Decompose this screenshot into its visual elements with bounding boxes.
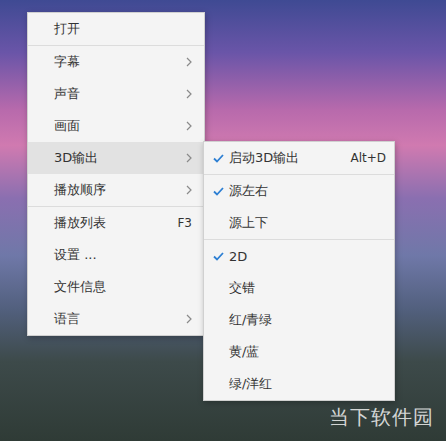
menu-item[interactable]: 设置 ...: [28, 239, 204, 271]
submenu-item[interactable]: 源上下: [204, 207, 394, 239]
submenu-item-label: 红/青绿: [229, 311, 386, 329]
menu-item-label: 3D输出: [54, 149, 186, 167]
watermark: 当下软件园: [329, 404, 434, 431]
submenu-item-label: 黄/蓝: [229, 343, 386, 361]
player-screen: 当下软件园打开字幕声音画面3D输出播放顺序播放列表F3设置 ...文件信息语言启…: [0, 0, 446, 441]
submenu-item-label: 交错: [229, 279, 386, 297]
submenu-item-label: 源左右: [229, 182, 386, 200]
submenu-item[interactable]: 2D: [204, 240, 394, 272]
submenu-item[interactable]: 源左右: [204, 175, 394, 207]
context-menu: 打开字幕声音画面 3D输出播放顺序播放列表 F3 设置 ... 文件信息语言: [27, 12, 205, 336]
chevron-right-icon: [186, 185, 192, 195]
chevron-right-icon: [186, 121, 192, 131]
submenu-item-label: 启动3D输出: [229, 149, 342, 167]
submenu-item[interactable]: 交错: [204, 272, 394, 304]
menu-item-label: 文件信息: [54, 278, 192, 296]
submenu-item-label: 2D: [229, 249, 386, 264]
menu-separator: [204, 239, 394, 240]
submenu-item[interactable]: 绿/洋红: [204, 368, 394, 400]
chevron-right-icon: [186, 153, 192, 163]
chevron-right-icon: [186, 57, 192, 67]
menu-item-shortcut: F3: [177, 216, 192, 230]
menu-item[interactable]: 字幕: [28, 46, 204, 78]
menu-item[interactable]: 声音: [28, 78, 204, 110]
submenu-item[interactable]: 红/青绿: [204, 304, 394, 336]
submenu-item-shortcut: Alt+D: [350, 151, 386, 165]
chevron-right-icon: [186, 314, 192, 324]
menu-item[interactable]: 打开: [28, 13, 204, 45]
chevron-right-icon: [186, 89, 192, 99]
menu-item-label: 画面: [54, 117, 186, 135]
check-icon: [213, 252, 224, 261]
check-icon: [213, 154, 224, 163]
menu-item-label: 字幕: [54, 53, 186, 71]
menu-item[interactable]: 语言: [28, 303, 204, 335]
menu-item-label: 播放列表: [54, 214, 169, 232]
menu-item-label: 语言: [54, 310, 186, 328]
menu-item-label: 声音: [54, 85, 186, 103]
menu-item[interactable]: 文件信息: [28, 271, 204, 303]
menu-separator: [204, 174, 394, 175]
submenu-3d: 启动3D输出 Alt+D 源左右源上下 2D 交错红/青绿黄/蓝绿/洋红: [203, 141, 395, 401]
menu-item-label: 打开: [54, 20, 192, 38]
menu-item[interactable]: 播放列表 F3: [28, 207, 204, 239]
submenu-item[interactable]: 启动3D输出 Alt+D: [204, 142, 394, 174]
menu-item-label: 播放顺序: [54, 181, 186, 199]
menu-separator: [28, 206, 204, 207]
submenu-item-label: 源上下: [229, 214, 386, 232]
check-icon: [213, 187, 224, 196]
menu-separator: [28, 45, 204, 46]
menu-item[interactable]: 3D输出: [28, 142, 204, 174]
menu-item[interactable]: 播放顺序: [28, 174, 204, 206]
submenu-item[interactable]: 黄/蓝: [204, 336, 394, 368]
menu-item[interactable]: 画面: [28, 110, 204, 142]
submenu-item-label: 绿/洋红: [229, 375, 386, 393]
menu-item-label: 设置 ...: [54, 246, 192, 264]
